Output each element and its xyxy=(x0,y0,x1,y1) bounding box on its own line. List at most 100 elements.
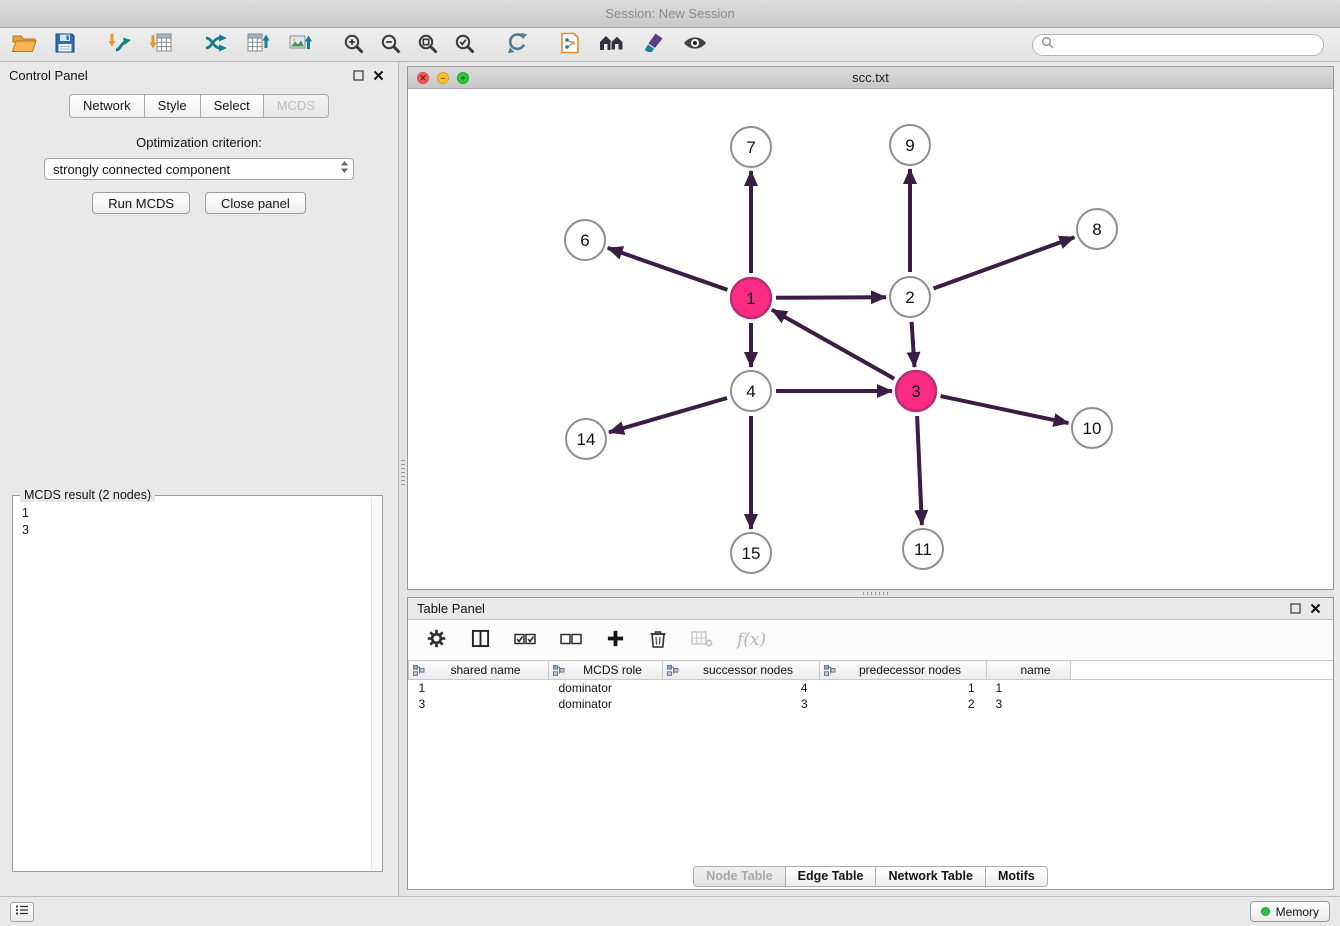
graph-edge-2-3[interactable] xyxy=(912,322,915,367)
vertical-splitter[interactable] xyxy=(399,62,407,896)
column-tree-icon xyxy=(413,665,425,679)
graph-node-15[interactable]: 15 xyxy=(731,533,771,573)
close-table-panel-icon[interactable] xyxy=(1310,603,1321,614)
graph-node-14[interactable]: 14 xyxy=(566,419,606,459)
tab-mcds[interactable]: MCDS xyxy=(263,94,329,118)
tab-edge-table[interactable]: Edge Table xyxy=(785,866,877,887)
memory-status-icon xyxy=(1261,907,1270,916)
graph-node-7[interactable]: 7 xyxy=(731,127,771,167)
graph-edge-3-10[interactable] xyxy=(941,396,1069,423)
export-network-icon xyxy=(203,31,229,58)
tab-network-table[interactable]: Network Table xyxy=(875,866,986,887)
tab-select[interactable]: Select xyxy=(200,94,264,118)
zoom-fit-button[interactable] xyxy=(415,31,440,59)
mcds-result-content[interactable]: 1 3 xyxy=(13,496,382,871)
graph-edge-4-14[interactable] xyxy=(609,398,727,432)
minimize-window-icon[interactable]: – xyxy=(437,72,449,84)
graph-node-8[interactable]: 8 xyxy=(1077,209,1117,249)
maximize-window-icon[interactable]: + xyxy=(457,72,469,84)
export-table-button[interactable] xyxy=(244,31,272,59)
show-hide-details-button[interactable] xyxy=(681,31,709,59)
window-titlebar[interactable]: Session: New Session xyxy=(0,0,1340,28)
column-header-mcds-role[interactable]: MCDS role xyxy=(549,661,663,680)
list-icon xyxy=(15,903,29,921)
table-panel-title: Table Panel xyxy=(417,601,485,616)
close-window-icon[interactable]: ✕ xyxy=(417,72,429,84)
column-header-name[interactable]: name xyxy=(987,661,1071,680)
float-table-panel-icon[interactable] xyxy=(1290,603,1301,614)
export-image-button[interactable] xyxy=(286,31,314,59)
export-network-button[interactable] xyxy=(202,31,230,59)
checked-boxes-icon xyxy=(514,631,536,650)
save-session-button[interactable] xyxy=(52,31,78,59)
delete-button[interactable] xyxy=(649,629,667,652)
select-all-button[interactable] xyxy=(514,631,536,650)
main-toolbar xyxy=(0,28,1340,62)
graph-node-label: 9 xyxy=(905,136,914,155)
run-mcds-button[interactable]: Run MCDS xyxy=(92,192,190,214)
search-icon xyxy=(1041,36,1054,54)
result-scrollbar[interactable] xyxy=(371,497,381,870)
apply-style-button[interactable] xyxy=(641,31,667,59)
table-panel: Table Panel xyxy=(407,597,1334,890)
graph-node-label: 2 xyxy=(905,288,914,307)
graph-edge-3-1[interactable] xyxy=(772,310,894,379)
column-header-successor-nodes[interactable]: successor nodes xyxy=(663,661,820,680)
show-columns-button[interactable] xyxy=(471,629,490,651)
graph-node-3[interactable]: 3 xyxy=(896,371,936,411)
table-row-node-3[interactable]: 3 dominator 3 2 3 xyxy=(409,696,1334,712)
graph-node-6[interactable]: 6 xyxy=(565,220,605,260)
column-header-predecessor-nodes[interactable]: predecessor nodes xyxy=(820,661,987,680)
tab-node-table[interactable]: Node Table xyxy=(693,866,785,887)
graph-node-label: 1 xyxy=(746,289,755,308)
graph-node-10[interactable]: 10 xyxy=(1072,408,1112,448)
memory-button[interactable]: Memory xyxy=(1250,901,1330,922)
network-window-titlebar[interactable]: ✕ – + scc.txt xyxy=(408,67,1333,89)
table-toolbar: f(x) xyxy=(408,620,1333,660)
network-view-window: ✕ – + scc.txt 7 9 6 8 1 2 4 3 14 10 15 11 xyxy=(407,66,1334,590)
horizontal-splitter[interactable] xyxy=(407,590,1334,597)
criterion-select[interactable]: strongly connected component xyxy=(44,158,354,180)
network-from-clipboard-button[interactable] xyxy=(557,31,583,59)
open-session-button[interactable] xyxy=(10,31,38,59)
close-panel-icon[interactable] xyxy=(373,70,384,81)
graph-node-9[interactable]: 9 xyxy=(890,125,930,165)
delete-table-button-disabled[interactable] xyxy=(691,630,713,651)
float-panel-icon[interactable] xyxy=(353,70,364,81)
control-panel-tabs: Network Style Select MCDS xyxy=(0,94,398,118)
column-header-shared-name[interactable]: shared name xyxy=(409,661,549,680)
zoom-out-button[interactable] xyxy=(378,31,403,59)
zoom-selected-button[interactable] xyxy=(452,31,477,59)
graph-node-2[interactable]: 2 xyxy=(890,277,930,317)
graph-edge-1-6[interactable] xyxy=(608,248,728,290)
network-canvas[interactable]: 7 9 6 8 1 2 4 3 14 10 15 11 xyxy=(408,89,1333,589)
network-analyzer-button[interactable] xyxy=(597,31,627,59)
deselect-all-button[interactable] xyxy=(560,631,582,650)
zoom-out-icon xyxy=(379,32,402,58)
import-network-button[interactable] xyxy=(105,31,133,59)
add-button[interactable] xyxy=(606,629,625,651)
graph-node-4[interactable]: 4 xyxy=(731,371,771,411)
close-panel-button[interactable]: Close panel xyxy=(205,192,306,214)
node-table: shared name MCDS role successor nodes pr… xyxy=(408,660,1333,712)
unchecked-boxes-icon xyxy=(560,631,582,650)
graph-node-11[interactable]: 11 xyxy=(903,529,943,569)
zoom-in-button[interactable] xyxy=(341,31,366,59)
toolbar-search[interactable] xyxy=(1032,34,1324,56)
tab-network[interactable]: Network xyxy=(69,94,145,118)
function-builder-button-disabled[interactable]: f(x) xyxy=(737,630,766,650)
tab-motifs[interactable]: Motifs xyxy=(985,866,1048,887)
mcds-result-box: MCDS result (2 nodes) 1 3 xyxy=(12,495,383,872)
graph-node-1[interactable]: 1 xyxy=(731,278,771,318)
table-settings-button[interactable] xyxy=(426,628,447,652)
import-table-button[interactable] xyxy=(147,31,175,59)
zoom-fit-icon xyxy=(416,32,439,58)
refresh-view-button[interactable] xyxy=(504,31,530,59)
graph-edge-3-11[interactable] xyxy=(917,416,922,525)
search-input[interactable] xyxy=(1059,38,1315,52)
table-row-node-1[interactable]: 1 dominator 4 1 1 xyxy=(409,680,1334,696)
tab-style[interactable]: Style xyxy=(144,94,201,118)
graph-edge-2-8[interactable] xyxy=(934,237,1075,288)
show-panels-button[interactable] xyxy=(10,902,34,922)
graph-edge-1-2[interactable] xyxy=(776,297,886,298)
